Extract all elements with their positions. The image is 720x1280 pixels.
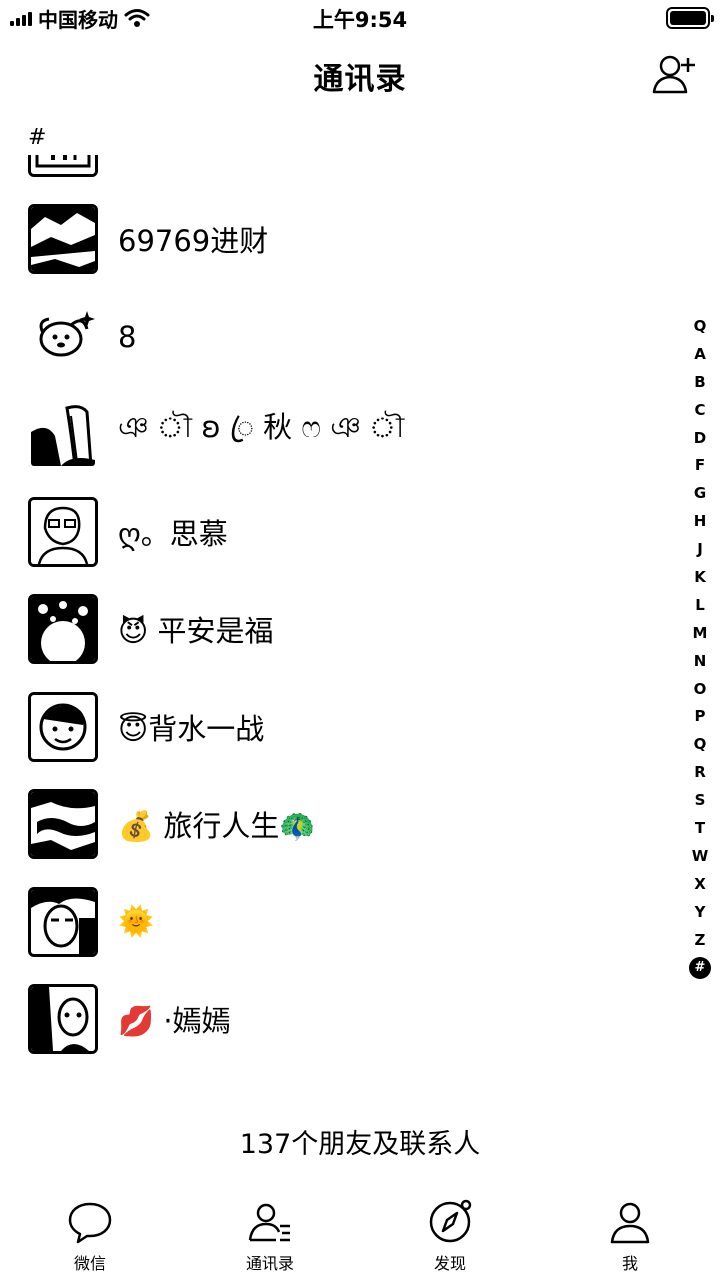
contact-name: 13592082103 xyxy=(118,155,321,159)
outdoor-avatar xyxy=(28,789,98,860)
index-letter[interactable]: # xyxy=(689,957,711,980)
contact-row[interactable]: 💋 ·嫣嫣 xyxy=(0,971,680,1069)
contact-row[interactable]: 🌞 xyxy=(0,873,680,971)
person-icon xyxy=(610,1202,650,1244)
index-letter[interactable]: F xyxy=(688,452,712,480)
contact-name: 🌞 xyxy=(118,904,155,939)
contact-row[interactable]: 69769进财 xyxy=(0,191,680,289)
tab-label: 通讯录 xyxy=(245,1254,294,1273)
contact-name: 😈 平安是福 xyxy=(118,614,274,649)
flowers-avatar xyxy=(28,594,98,665)
contact-row[interactable]: 😈 平安是福 xyxy=(0,581,680,679)
contact-row[interactable]: ღ。思慕 xyxy=(0,483,680,581)
index-letter[interactable]: C xyxy=(688,397,712,425)
cartoon-dog-avatar xyxy=(28,302,98,372)
contact-name: ঞ ৗ ʚ ꦿ 秋 ෆ ঞ ৗ xyxy=(118,410,405,445)
sketch-person-avatar xyxy=(28,496,98,567)
index-letter[interactable]: A xyxy=(688,341,712,369)
contact-name: 💰 旅行人生🦚 xyxy=(118,809,316,844)
index-letter[interactable]: B xyxy=(688,369,712,397)
contact-row[interactable]: ঞ ৗ ʚ ꦿ 秋 ෆ ঞ ৗ xyxy=(0,386,680,484)
contact-name: 💋 ·嫣嫣 xyxy=(118,1004,231,1039)
contact-row[interactable]: 8 xyxy=(0,288,680,386)
index-letter[interactable]: H xyxy=(688,508,712,536)
chat-bubble-icon xyxy=(68,1202,112,1244)
index-letter[interactable]: D xyxy=(688,425,712,453)
index-letter[interactable]: Z xyxy=(688,927,712,955)
index-letter[interactable]: T xyxy=(688,815,712,843)
contact-name: 8 xyxy=(118,319,137,354)
status-time: 上午9:54 xyxy=(312,8,408,32)
contacts-icon xyxy=(248,1203,290,1242)
contact-count: 137个朋友及联系人 xyxy=(239,1129,481,1160)
index-letter[interactable]: Q xyxy=(688,731,712,759)
nav-bar: 通讯录 xyxy=(0,36,720,112)
tab-label: 我 xyxy=(621,1254,638,1273)
page-title: 通讯录 xyxy=(313,62,407,97)
alphabet-index[interactable]: Q A B C D F G H J K L M N O P Q R S T W X Y Z # xyxy=(688,313,712,982)
status-bar: 中国移动 上午9:54 xyxy=(0,0,720,36)
index-letter[interactable]: J xyxy=(688,536,712,564)
battery-icon xyxy=(666,7,714,29)
utensils-avatar xyxy=(28,155,98,177)
index-letter[interactable]: W xyxy=(688,843,712,871)
contact-list[interactable]: 13592082103 69769进财 xyxy=(0,155,680,1101)
contact-row[interactable]: 💰 旅行人生🦚 xyxy=(0,776,680,874)
waterfall-avatar xyxy=(28,399,98,469)
contact-name: 😇背水一战 xyxy=(118,711,265,746)
contact-row[interactable]: 13592082103 xyxy=(0,155,680,191)
section-header: # xyxy=(28,125,47,150)
portrait-avatar xyxy=(28,886,98,957)
index-letter[interactable]: R xyxy=(688,759,712,787)
tab-me[interactable]: 我 xyxy=(540,1192,720,1280)
contact-row[interactable]: 😇背水一战 xyxy=(0,678,680,776)
index-letter[interactable]: Q xyxy=(688,313,712,341)
contacts-screen: 中国移动 上午9:54 通讯录 # 69769进财 8 ঞ ৗ ʚ ꦿ 秋 ෆ … xyxy=(0,0,720,1280)
index-letter[interactable]: X xyxy=(688,871,712,899)
index-letter[interactable]: G xyxy=(688,480,712,508)
landscape-avatar xyxy=(28,204,98,275)
photo-avatar xyxy=(28,984,98,1055)
cartoon-face-avatar xyxy=(28,691,98,762)
index-letter[interactable]: P xyxy=(688,703,712,731)
compass-icon xyxy=(429,1199,472,1243)
index-letter[interactable]: Y xyxy=(688,899,712,927)
index-letter[interactable]: K xyxy=(688,564,712,592)
tab-label: 微信 xyxy=(73,1254,106,1273)
index-letter[interactable]: N xyxy=(688,648,712,676)
add-friend-icon[interactable] xyxy=(650,50,698,98)
index-letter[interactable]: L xyxy=(688,592,712,620)
tab-discover[interactable]: 发现 xyxy=(360,1192,540,1280)
tab-chats[interactable]: 微信 xyxy=(0,1192,180,1280)
contact-name: ღ。思慕 xyxy=(118,516,228,551)
index-letter[interactable]: M xyxy=(688,620,712,648)
index-letter[interactable]: O xyxy=(688,676,712,704)
index-letter[interactable]: S xyxy=(688,787,712,815)
tab-label: 发现 xyxy=(433,1254,466,1273)
tab-bar: 微信 通讯录 发现 我 xyxy=(0,1192,720,1280)
tab-contacts[interactable]: 通讯录 xyxy=(180,1192,360,1280)
contact-name: 69769进财 xyxy=(118,224,269,259)
